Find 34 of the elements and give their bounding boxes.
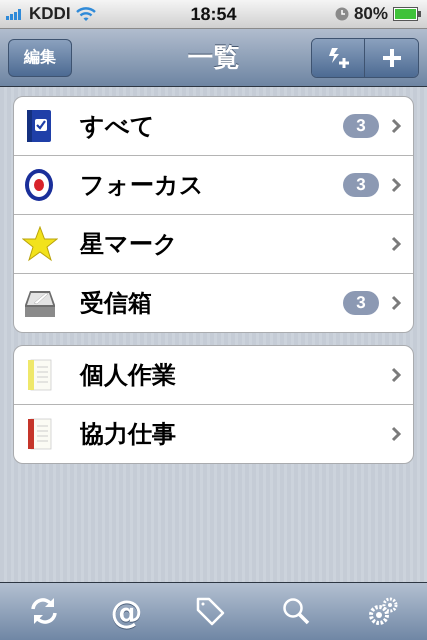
list-item[interactable]: フォーカス 3 bbox=[14, 156, 413, 215]
list-item[interactable]: 星マーク bbox=[14, 215, 413, 274]
wifi-icon bbox=[76, 7, 96, 21]
screen-title: 一覧 bbox=[188, 42, 240, 75]
item-label: 協力仕事 bbox=[80, 419, 177, 450]
count-badge: 3 bbox=[343, 173, 379, 197]
battery-percent: 80% bbox=[354, 4, 388, 24]
item-label: 個人作業 bbox=[80, 360, 177, 391]
clock-icon bbox=[334, 7, 349, 21]
chevron-icon bbox=[391, 118, 401, 134]
item-label: フォーカス bbox=[80, 170, 205, 201]
signal-icon bbox=[6, 8, 24, 20]
list-item[interactable]: 個人作業 bbox=[14, 346, 413, 405]
count-badge: 3 bbox=[343, 291, 379, 315]
list-item[interactable]: すべて 3 bbox=[14, 97, 413, 156]
battery-icon bbox=[393, 7, 421, 21]
list-item[interactable]: 協力仕事 bbox=[14, 405, 413, 463]
chevron-icon bbox=[391, 295, 401, 311]
chevron-icon bbox=[391, 177, 401, 193]
status-time: 18:54 bbox=[190, 4, 237, 24]
item-label: すべて bbox=[80, 111, 156, 142]
chevron-icon bbox=[391, 367, 401, 383]
quick-add-button[interactable] bbox=[312, 38, 365, 76]
count-badge: 3 bbox=[343, 114, 379, 138]
carrier-name: KDDI bbox=[29, 4, 71, 24]
chevron-icon bbox=[391, 426, 401, 442]
item-label: 受信箱 bbox=[80, 288, 153, 319]
add-button[interactable] bbox=[365, 38, 418, 76]
chevron-icon bbox=[391, 236, 401, 252]
star-icon bbox=[22, 226, 58, 262]
item-label: 星マーク bbox=[80, 229, 179, 260]
list-item[interactable]: 受信箱 3 bbox=[14, 274, 413, 332]
edit-button[interactable]: 編集 bbox=[8, 38, 72, 76]
plus-icon bbox=[382, 48, 402, 68]
